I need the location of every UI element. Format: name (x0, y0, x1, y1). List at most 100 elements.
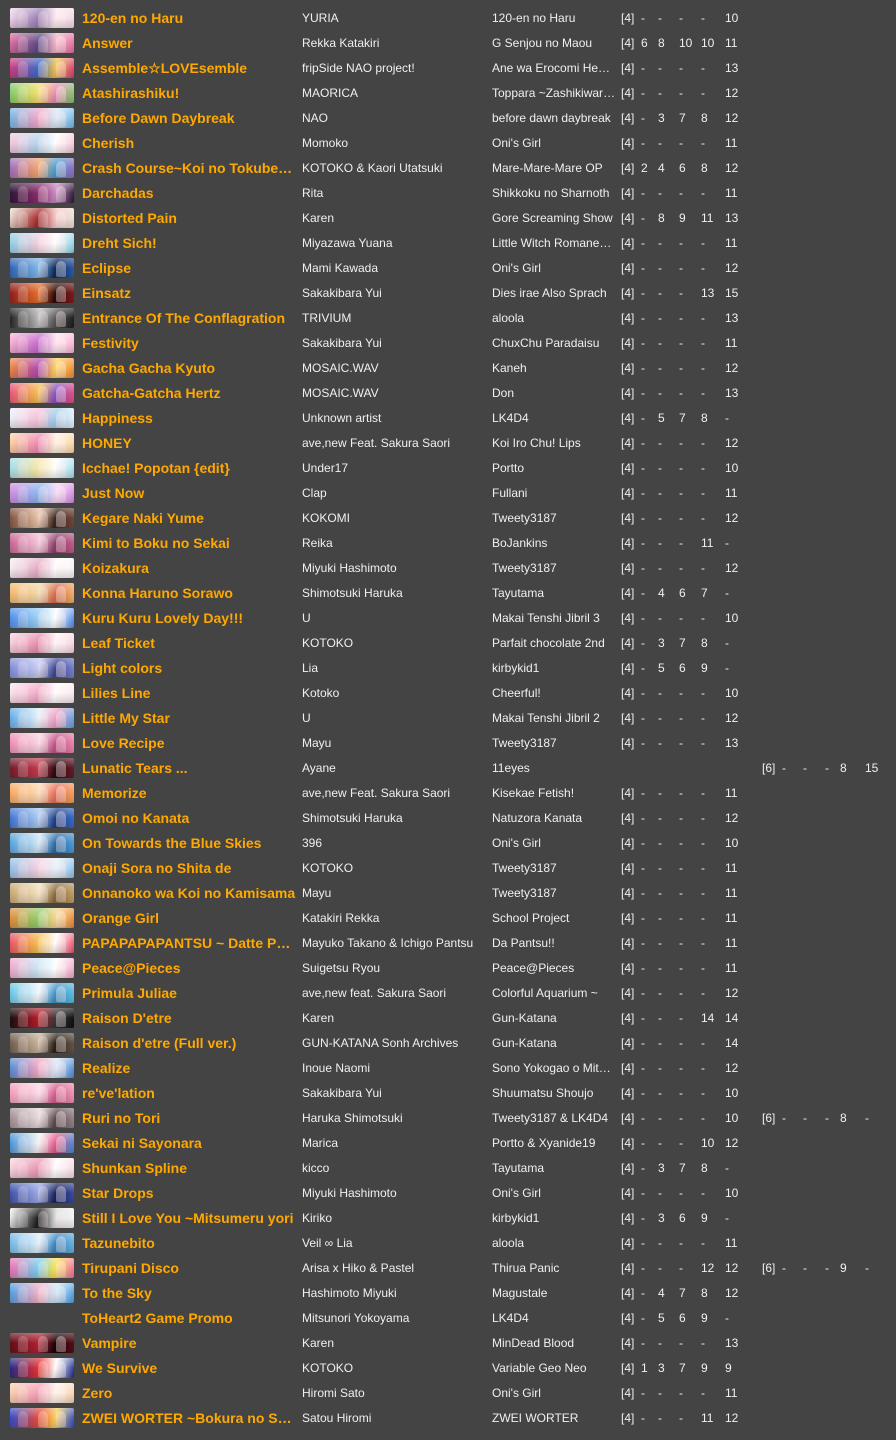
song-row[interactable]: PAPAPAPAPANTSU ~ Datte Pantsu Mayuko Taka… (0, 931, 896, 956)
song-banner-image[interactable] (10, 883, 74, 903)
song-row[interactable]: Omoi no Kanata Shimotsuki Haruka Natuzora … (0, 806, 896, 831)
song-banner-image[interactable] (10, 1033, 74, 1053)
song-banner-image[interactable] (10, 858, 74, 878)
song-title-link[interactable]: Distorted Pain (82, 210, 296, 227)
song-banner-image[interactable] (10, 1108, 74, 1128)
song-banner-image[interactable] (10, 1408, 74, 1428)
song-banner-image[interactable] (10, 683, 74, 703)
song-banner-image[interactable] (10, 1183, 74, 1203)
song-title-link[interactable]: Kimi to Boku no Sekai (82, 535, 296, 552)
song-row[interactable]: Festivity Sakakibara Yui ChuxChu Paradaisu… (0, 331, 896, 356)
song-title-link[interactable]: Answer (82, 35, 296, 52)
song-title-link[interactable]: Tazunebito (82, 1235, 296, 1252)
song-row[interactable]: Shunkan Spline kicco Tayutama [4] -3 7 8- (0, 1156, 896, 1181)
song-row[interactable]: Gatcha-Gatcha Hertz MOSAIC.WAV Don [4] - - - -1… (0, 381, 896, 406)
song-row[interactable]: Icchae! Popotan {edit} Under17 Portto [4] - -… (0, 456, 896, 481)
song-banner-image[interactable] (10, 458, 74, 478)
song-title-link[interactable]: ZWEI WORTER ~Bokura no Sekai (82, 1410, 296, 1427)
song-row[interactable]: Vampire Karen MinDead Blood [4] - - - -13 (0, 1331, 896, 1356)
song-banner-image[interactable] (10, 1133, 74, 1153)
song-row[interactable]: We Survive KOTOKO Variable Geo Neo [4] 1 3 7 9 9 (0, 1356, 896, 1381)
song-title-link[interactable]: Atashirashiku! (82, 85, 296, 102)
song-row[interactable]: HONEY ave,new Feat. Sakura Saori Koi Iro C… (0, 431, 896, 456)
song-banner-image[interactable] (10, 533, 74, 553)
song-banner-image[interactable] (10, 308, 74, 328)
song-row[interactable]: re've'lation Sakakibara Yui Shuumatsu Shou… (0, 1081, 896, 1106)
song-banner-image[interactable] (10, 358, 74, 378)
song-row[interactable]: Before Dawn Daybreak NAO before dawn daybr… (0, 106, 896, 131)
song-title-link[interactable]: Before Dawn Daybreak (82, 110, 296, 127)
song-banner-image[interactable] (10, 333, 74, 353)
song-banner-image[interactable] (10, 833, 74, 853)
song-row[interactable]: Atashirashiku! MAORICA Toppara ~Zashikiwar… (0, 81, 896, 106)
song-row[interactable]: Sekai ni Sayonara Marica Portto & Xyanide1… (0, 1131, 896, 1156)
song-banner-image[interactable] (10, 958, 74, 978)
song-banner-image[interactable] (10, 283, 74, 303)
song-title-link[interactable]: Onnanoko wa Koi no Kamisama (82, 885, 296, 902)
song-banner-image[interactable] (10, 708, 74, 728)
song-row[interactable]: Raison d'etre (Full ver.) GUN-KATANA Sonh… (0, 1031, 896, 1056)
song-row[interactable]: Lilies Line Kotoko Cheerful! [4] - - - -10 (0, 681, 896, 706)
song-title-link[interactable]: Festivity (82, 335, 296, 352)
song-banner-image[interactable] (10, 983, 74, 1003)
song-title-link[interactable]: Assemble☆LOVEsemble (82, 60, 296, 77)
song-title-link[interactable]: Light colors (82, 660, 296, 677)
song-row[interactable]: Tirupani Disco Arisa x Hiko & Pastel Thiru… (0, 1256, 896, 1281)
song-banner-image[interactable] (10, 258, 74, 278)
song-row[interactable]: Crash Course~Koi no Tokubetsu Koushuu~ KO… (0, 156, 896, 181)
song-banner-image[interactable] (10, 483, 74, 503)
song-banner-image[interactable] (10, 1058, 74, 1078)
song-row[interactable]: Happiness Unknown artist LK4D4 [4] -5 7 8- (0, 406, 896, 431)
song-banner-image[interactable] (10, 383, 74, 403)
song-title-link[interactable]: Realize (82, 1060, 296, 1077)
song-title-link[interactable]: re've'lation (82, 1085, 296, 1102)
song-banner-image[interactable] (10, 1083, 74, 1103)
song-row[interactable]: Cherish Momoko Oni's Girl [4] - - - -11 (0, 131, 896, 156)
song-banner-image[interactable] (10, 783, 74, 803)
song-title-link[interactable]: Koizakura (82, 560, 296, 577)
song-title-link[interactable]: Still I Love You ~Mitsumeru yori (82, 1210, 296, 1227)
song-banner-image[interactable] (10, 1308, 74, 1328)
song-row[interactable]: Lunatic Tears ... Ayane 11eyes [6] - - -8 15 (0, 756, 896, 781)
song-title-link[interactable]: Omoi no Kanata (82, 810, 296, 827)
song-banner-image[interactable] (10, 1358, 74, 1378)
song-title-link[interactable]: Leaf Ticket (82, 635, 296, 652)
song-row[interactable]: Raison D'etre Karen Gun-Katana [4] - - -14 14 (0, 1006, 896, 1031)
song-banner-image[interactable] (10, 1333, 74, 1353)
song-row[interactable]: Ruri no Tori Haruka Shimotsuki Tweety3187 … (0, 1106, 896, 1131)
song-banner-image[interactable] (10, 208, 74, 228)
song-title-link[interactable]: Zero (82, 1385, 296, 1402)
song-row[interactable]: Realize Inoue Naomi Sono Yokogao o Mitsume… (0, 1056, 896, 1081)
song-title-link[interactable]: Entrance Of The Conflagration (82, 310, 296, 327)
song-row[interactable]: Darchadas Rita Shikkoku no Sharnoth [4] - - - -… (0, 181, 896, 206)
song-title-link[interactable]: Memorize (82, 785, 296, 802)
song-title-link[interactable]: Raison d'etre (Full ver.) (82, 1035, 296, 1052)
song-row[interactable]: Peace@Pieces Suigetsu Ryou Peace@Pieces [4]… (0, 956, 896, 981)
song-title-link[interactable]: Kegare Naki Yume (82, 510, 296, 527)
song-banner-image[interactable] (10, 758, 74, 778)
song-title-link[interactable]: Love Recipe (82, 735, 296, 752)
song-row[interactable]: 120-en no Haru YURIA 120-en no Haru [4] - - - -… (0, 6, 896, 31)
song-title-link[interactable]: Konna Haruno Sorawo (82, 585, 296, 602)
song-banner-image[interactable] (10, 1158, 74, 1178)
song-banner-image[interactable] (10, 658, 74, 678)
song-title-link[interactable]: To the Sky (82, 1285, 296, 1302)
song-banner-image[interactable] (10, 1283, 74, 1303)
song-title-link[interactable]: On Towards the Blue Skies (82, 835, 296, 852)
song-row[interactable]: Primula Juliae ave,new feat. Sakura Saori… (0, 981, 896, 1006)
song-title-link[interactable]: We Survive (82, 1360, 296, 1377)
song-title-link[interactable]: Primula Juliae (82, 985, 296, 1002)
song-title-link[interactable]: Star Drops (82, 1185, 296, 1202)
song-title-link[interactable]: Just Now (82, 485, 296, 502)
song-banner-image[interactable] (10, 633, 74, 653)
song-row[interactable]: To the Sky Hashimoto Miyuki Magustale [4] -4… (0, 1281, 896, 1306)
song-banner-image[interactable] (10, 583, 74, 603)
song-banner-image[interactable] (10, 58, 74, 78)
song-banner-image[interactable] (10, 558, 74, 578)
song-title-link[interactable]: PAPAPAPAPANTSU ~ Datte Pantsu (82, 935, 296, 952)
song-title-link[interactable]: Little My Star (82, 710, 296, 727)
song-row[interactable]: Memorize ave,new Feat. Sakura Saori Kiseka… (0, 781, 896, 806)
song-title-link[interactable]: Dreht Sich! (82, 235, 296, 252)
song-banner-image[interactable] (10, 733, 74, 753)
song-row[interactable]: Answer Rekka Katakiri G Senjou no Maou [4] 6… (0, 31, 896, 56)
